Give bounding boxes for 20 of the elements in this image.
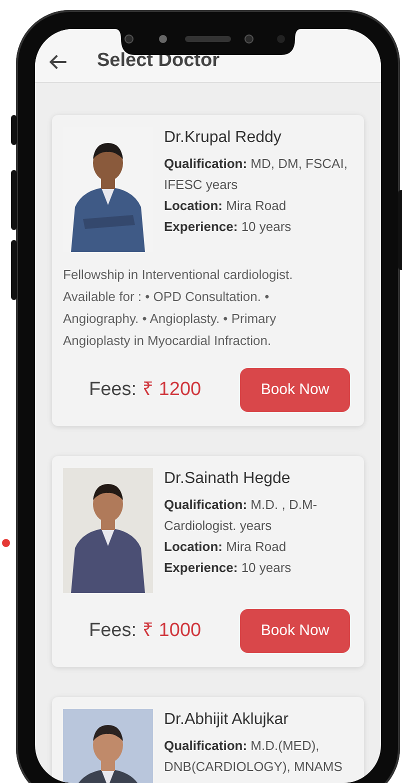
doctor-card[interactable]: Dr.Abhijit Aklujkar Qualification: M.D.(MED), DNB(CARDIOLOGY), MNAMS [52,697,364,783]
doctor-detail: Qualification: M.D.(MED), DNB(CARDIOLOGY), MNAMS [164,737,344,776]
doctor-detail: Qualification: M.D. , D.M-Cardiologist. years [164,496,318,535]
doctor-name: Dr.Sainath Hegde [164,469,292,489]
doctor-detail: Experience: 10 years [164,559,292,577]
book-now-button[interactable]: Book Now [240,609,350,653]
doctor-card[interactable]: Dr.Sainath Hegde Qualification: M.D. , D.M-Cardiologist. years Location: Mira Road Experience: 10 years Fees: ₹ 1000 Book Now [52,456,364,667]
fee-amount: ₹ 1200 [142,378,202,402]
doctor-card[interactable] [52,115,364,426]
doctor-detail: Qualification: MD, DM, FSCAI, IFESC years [164,155,348,194]
doctor-detail: Location: Mira Road [164,538,288,556]
doctor-detail: Location: Mira Road [164,197,288,215]
doctor-detail: Experience: 10 years [164,218,292,236]
fees-label: Fees: [89,618,137,643]
fees-label: Fees: [89,378,137,402]
doctor-description: Fellowship in Interventional cardiologist. Available for : • OPD Consultation. • Angiography. • Angioplasty. • Primary Angioplasty in Myocardial Infraction. [63,266,294,350]
doctor-name: Dr.Krupal Reddy [164,128,282,148]
book-now-button[interactable]: Book Now [240,368,350,412]
fee-amount: ₹ 1000 [142,618,202,643]
doctor-name: Dr.Abhijit Aklujkar [164,710,290,730]
